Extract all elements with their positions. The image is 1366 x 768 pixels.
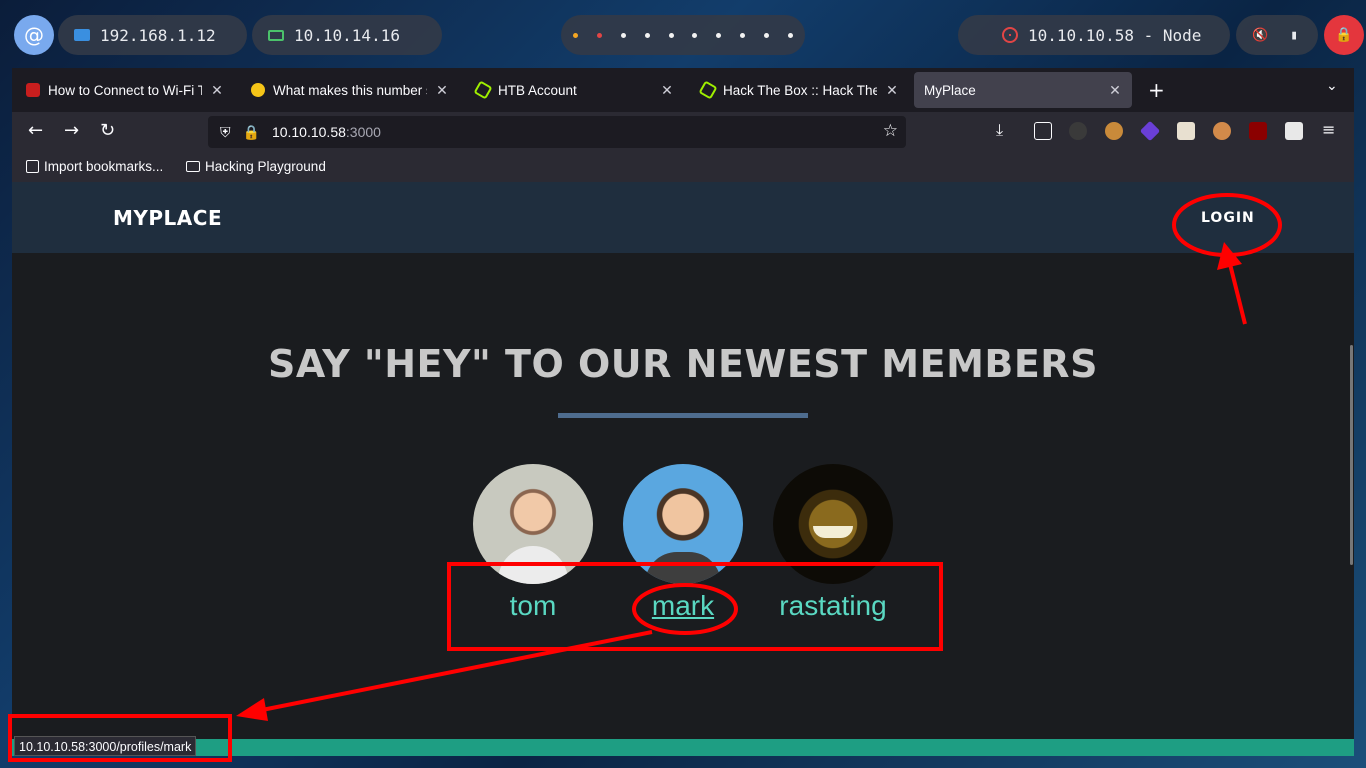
browser-window: How to Connect to Wi-Fi Th ✕ What makes … (12, 68, 1354, 756)
member-name[interactable]: tom (473, 590, 593, 622)
workspace-dot[interactable] (739, 32, 745, 38)
avatar[interactable] (623, 464, 743, 584)
tab-label: Hack The Box :: Hack The E (723, 82, 877, 98)
target-icon (1002, 27, 1018, 43)
link-status-bar: 10.10.10.58:3000/profiles/mark (14, 736, 197, 756)
back-arrow-icon[interactable]: ← (28, 120, 43, 141)
page-scrollbar[interactable] (1350, 345, 1353, 565)
bookmark-star-icon[interactable]: ☆ (883, 121, 898, 141)
vpn-ip-widget[interactable]: 10.10.14.16 (252, 15, 442, 55)
workspace-dot[interactable] (716, 32, 722, 38)
extensions-icon[interactable] (1034, 122, 1052, 140)
system-tray[interactable]: 🔇 ▮ (1236, 15, 1318, 55)
workspace-dot[interactable] (597, 32, 603, 38)
avatar[interactable] (473, 464, 593, 584)
import-icon (26, 160, 39, 173)
cookie-icon[interactable] (1105, 122, 1123, 140)
close-icon[interactable]: ✕ (885, 82, 899, 99)
tab-label: What makes this number s (273, 82, 427, 98)
volume-muted-icon[interactable]: 🔇 (1252, 28, 1268, 43)
headline-divider (558, 413, 808, 418)
debian-swirl-icon[interactable]: @ (14, 15, 54, 55)
reload-icon[interactable]: ↻ (100, 120, 115, 141)
tab-label: How to Connect to Wi-Fi Th (48, 82, 202, 98)
hamburger-menu-icon[interactable]: ≡ (1322, 120, 1335, 139)
tab-label: HTB Account (498, 82, 577, 98)
tab-htb-account[interactable]: HTB Account ✕ (466, 72, 684, 108)
tab-wifi[interactable]: How to Connect to Wi-Fi Th ✕ (16, 72, 234, 108)
workspace-dot[interactable] (787, 32, 793, 38)
lan-ip-text: 192.168.1.12 (100, 25, 216, 45)
close-icon[interactable]: ✕ (660, 82, 674, 99)
close-icon[interactable]: ✕ (435, 82, 449, 99)
extension-owl-icon[interactable] (1069, 122, 1087, 140)
member-name[interactable]: rastating (773, 590, 893, 622)
qr-code-icon[interactable] (1285, 122, 1303, 140)
lock-icon[interactable]: 🔒 (1324, 15, 1364, 55)
avatar[interactable] (773, 464, 893, 584)
htb-cube-icon (473, 80, 493, 100)
close-icon[interactable]: ✕ (1108, 82, 1122, 99)
favicon-icon (251, 83, 265, 97)
shield-icon[interactable]: ⛨ (220, 124, 231, 141)
laptop-icon (268, 29, 284, 41)
tab-hackthebox[interactable]: Hack The Box :: Hack The E ✕ (691, 72, 909, 108)
forward-arrow-icon[interactable]: → (64, 120, 79, 141)
tab-bar: How to Connect to Wi-Fi Th ✕ What makes … (12, 68, 1354, 112)
web-page: MYPLACE LOGIN SAY "HEY" TO OUR NEWEST ME… (12, 182, 1354, 756)
workspace-dot[interactable] (692, 32, 698, 38)
workspace-switcher[interactable] (561, 15, 805, 55)
workspace-dot[interactable] (573, 32, 579, 38)
url-bar[interactable]: ⛨ 🔒 10.10.10.58:3000 ☆ (208, 116, 906, 148)
htb-cube-icon (698, 80, 718, 100)
site-brand[interactable]: MYPLACE (113, 206, 222, 230)
bookmark-label: Import bookmarks... (44, 159, 164, 174)
login-link[interactable]: LOGIN (1201, 210, 1255, 226)
url-host: 10.10.10.58 (271, 124, 346, 140)
url-port: :3000 (345, 124, 381, 140)
member-name[interactable]: mark (623, 590, 743, 622)
lan-ip-widget[interactable]: 192.168.1.12 (58, 15, 247, 55)
member-card-tom[interactable]: tom (473, 464, 593, 622)
member-card-mark[interactable]: mark (623, 464, 743, 622)
tab-myplace[interactable]: MyPlace ✕ (914, 72, 1132, 108)
vpn-ip-text: 10.10.14.16 (294, 25, 400, 45)
close-icon[interactable]: ✕ (210, 82, 224, 99)
new-tab-icon[interactable]: + (1148, 78, 1165, 102)
page-info-icon[interactable]: 🔒 (243, 124, 260, 141)
extension-purple-icon[interactable] (1139, 120, 1161, 142)
extension-face-icon[interactable] (1213, 122, 1231, 140)
download-icon[interactable]: ⤓ (996, 120, 1003, 140)
tab-label: MyPlace (924, 82, 976, 98)
workspace-dot[interactable] (763, 32, 769, 38)
page-headline: SAY "HEY" TO OUR NEWEST MEMBERS (268, 342, 1098, 386)
workspace-dot[interactable] (644, 32, 650, 38)
chevron-down-icon[interactable]: ⌄ (1326, 78, 1338, 94)
import-bookmarks-item[interactable]: Import bookmarks... (26, 159, 163, 174)
target-widget[interactable]: 10.10.10.58 - Node (958, 15, 1230, 55)
network-icon (74, 29, 90, 41)
site-navbar: MYPLACE LOGIN (12, 182, 1354, 253)
member-card-rastating[interactable]: rastating (773, 464, 893, 622)
footer-strip (12, 739, 1354, 756)
bookmark-label: Hacking Playground (205, 159, 326, 174)
workspace-dot[interactable] (668, 32, 674, 38)
hacking-playground-folder[interactable]: Hacking Playground (186, 159, 326, 174)
tab-number[interactable]: What makes this number s ✕ (241, 72, 459, 108)
extension-cards-icon[interactable] (1177, 122, 1195, 140)
workspace-dot[interactable] (620, 32, 626, 38)
bookmarks-toolbar: Import bookmarks... Hacking Playground (12, 152, 1354, 182)
folder-icon (186, 161, 200, 172)
navigation-toolbar: ← → ↻ ⛨ 🔒 10.10.10.58:3000 ☆ ⤓ ≡ (12, 112, 1354, 152)
favicon-icon (26, 83, 40, 97)
ublock-icon[interactable] (1249, 122, 1267, 140)
battery-icon[interactable]: ▮ (1290, 28, 1298, 43)
target-text: 10.10.10.58 - Node (1028, 25, 1202, 45)
desktop-top-bar: @ 192.168.1.12 10.10.14.16 10.10.10.58 -… (0, 0, 1366, 68)
